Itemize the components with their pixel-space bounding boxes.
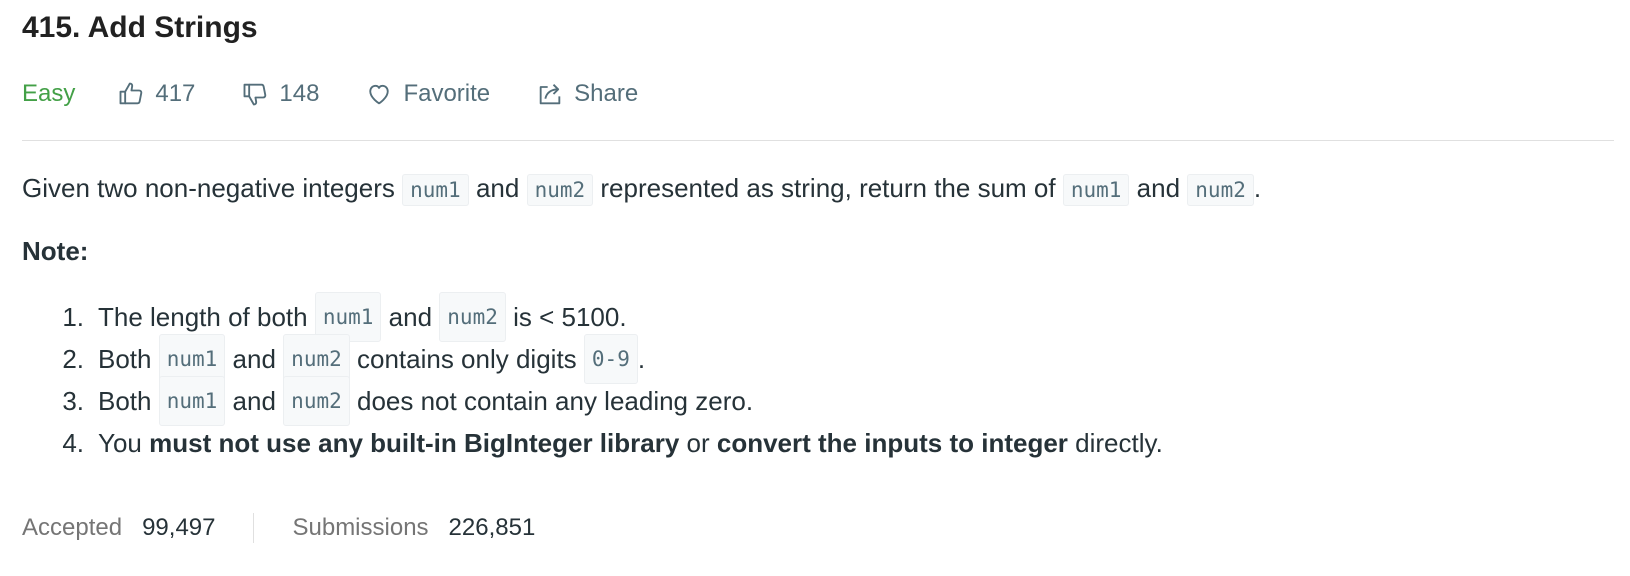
code-num2: num2	[526, 174, 594, 206]
note-text: does not contain any leading zero.	[356, 386, 754, 416]
thumbs-up-icon	[119, 82, 143, 105]
dislike-button[interactable]: 148	[241, 80, 319, 108]
note-text: and	[388, 302, 433, 332]
list-number: 4.	[62, 428, 84, 458]
list-number: 3.	[62, 386, 84, 416]
problem-title: 415. Add Strings	[22, 11, 258, 44]
description-paragraph: Given two non-negative integers num1 and…	[22, 170, 1602, 208]
stats-divider	[253, 513, 255, 543]
code-num1: num1	[402, 174, 469, 206]
note-text: You	[98, 428, 142, 458]
list-item: 4. You must not use any built-in BigInte…	[22, 422, 1163, 464]
heart-icon	[369, 84, 390, 105]
note-text: Both	[98, 344, 152, 374]
share-label: Share	[574, 80, 639, 107]
note-text: directly.	[1075, 428, 1163, 458]
problem-description: Given two non-negative integers num1 and…	[22, 170, 1602, 208]
submissions-value: 226,851	[448, 514, 536, 541]
share-button[interactable]: Share	[536, 80, 638, 108]
desc-text: Given two non-negative integers	[22, 173, 395, 203]
code-num2: num2	[283, 376, 350, 426]
favorite-button[interactable]: Favorite	[365, 80, 490, 108]
note-list: 1. The length of both num1 and num2 is <…	[22, 292, 1163, 464]
desc-text: represented as string, return the sum of	[600, 173, 1056, 203]
problem-page: 415. Add Strings Easy 417 148 Favorite S…	[0, 0, 1630, 576]
note-text: The length of both	[98, 302, 308, 332]
like-button[interactable]: 417	[117, 80, 195, 108]
note-bold: convert the inputs to integer	[716, 428, 1068, 458]
code-num2: num2	[1187, 174, 1254, 206]
favorite-label: Favorite	[403, 80, 491, 107]
note-text: and	[232, 344, 276, 374]
list-item: 2. Both num1 and num2 contains only digi…	[22, 334, 1163, 384]
note-text: or	[686, 428, 710, 458]
code-num2: num2	[439, 292, 506, 342]
dislike-count: 148	[279, 80, 320, 107]
share-icon	[539, 84, 561, 105]
divider	[22, 140, 1614, 141]
note-heading: Note:	[22, 236, 89, 266]
like-count: 417	[155, 80, 196, 107]
desc-text: .	[1253, 173, 1262, 203]
desc-text: and	[475, 173, 520, 203]
desc-text: and	[1136, 173, 1181, 203]
code-digits: 0-9	[583, 334, 638, 384]
accepted-label: Accepted	[22, 514, 123, 541]
note-text: Both	[98, 386, 152, 416]
list-number: 2.	[62, 344, 84, 374]
note-text: contains only digits	[356, 344, 577, 374]
thumbs-down-icon	[243, 83, 267, 106]
difficulty-badge: Easy	[22, 80, 76, 107]
note-text: is < 5100.	[513, 302, 627, 332]
note-text: .	[637, 344, 646, 374]
submission-stats: Accepted 99,497 Submissions 226,851	[22, 508, 535, 548]
list-item: 3. Both num1 and num2 does not contain a…	[22, 376, 1163, 426]
code-num1: num1	[1062, 174, 1130, 206]
problem-meta-bar: Easy 417 148 Favorite Share	[22, 72, 684, 116]
code-num1: num1	[158, 376, 226, 426]
submissions-label: Submissions	[292, 514, 429, 541]
list-item: 1. The length of both num1 and num2 is <…	[22, 292, 1163, 342]
list-number: 1.	[62, 302, 84, 332]
note-text: and	[232, 386, 276, 416]
note-bold: must not use any built-in BigInteger lib…	[149, 428, 680, 458]
accepted-value: 99,497	[142, 514, 216, 541]
